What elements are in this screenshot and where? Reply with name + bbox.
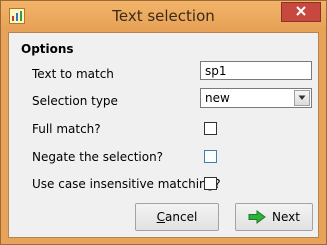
selection-type-value: new <box>205 91 230 105</box>
next-button[interactable]: Next <box>235 203 313 231</box>
chevron-down-icon[interactable] <box>294 90 310 106</box>
case-insensitive-checkbox[interactable] <box>204 177 217 190</box>
window-title: Text selection <box>112 7 215 25</box>
dialog-window: Text selection Options Text to match Sel… <box>0 0 327 245</box>
text-to-match-input[interactable] <box>200 61 312 80</box>
selection-type-label: Selection type <box>32 94 118 108</box>
full-match-checkbox[interactable] <box>204 122 217 135</box>
cancel-button[interactable]: Cancel <box>135 203 219 231</box>
next-label: Next <box>272 210 300 224</box>
selection-type-select[interactable]: new <box>200 88 312 108</box>
dialog-body: Options Text to match Selection type new… <box>8 32 319 238</box>
negate-selection-checkbox[interactable] <box>204 150 217 163</box>
options-group-title: Options <box>21 42 74 56</box>
full-match-label: Full match? <box>32 122 101 136</box>
title-bar[interactable]: Text selection <box>1 1 326 31</box>
case-insensitive-label: Use case insensitive matching? <box>32 177 221 191</box>
arrow-right-icon <box>248 210 266 224</box>
text-to-match-label: Text to match <box>32 67 114 81</box>
options-group: Options Text to match Selection type new… <box>13 37 314 231</box>
close-icon <box>295 5 307 19</box>
cancel-label-mnemonic: C <box>156 210 166 224</box>
close-button[interactable] <box>281 2 321 22</box>
cancel-label-rest: ancel <box>165 210 198 224</box>
negate-selection-label: Negate the selection? <box>32 150 164 164</box>
